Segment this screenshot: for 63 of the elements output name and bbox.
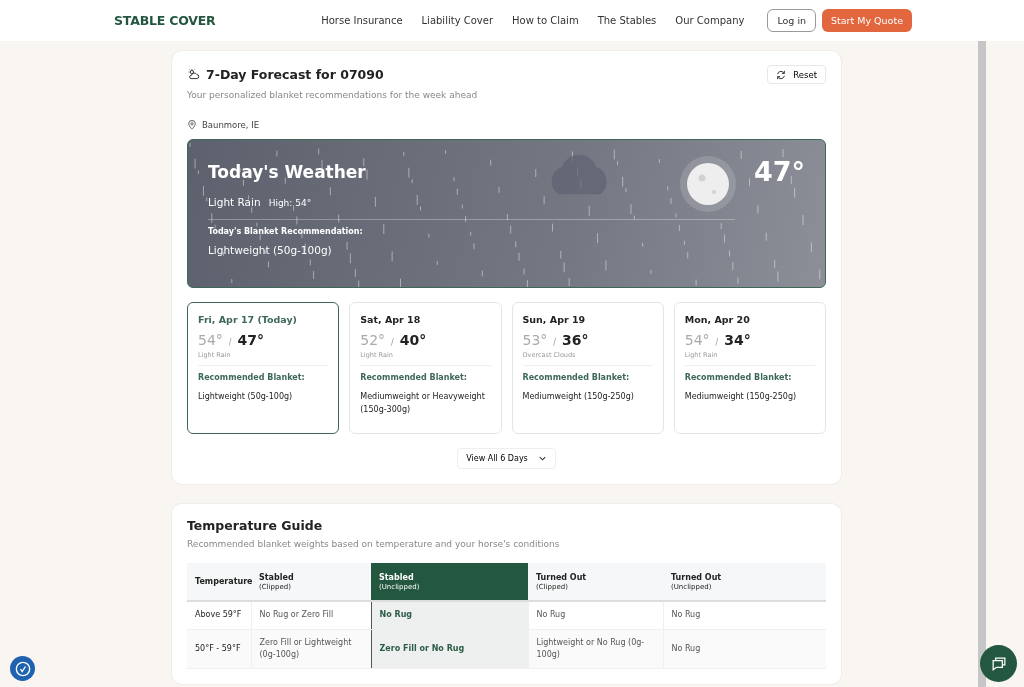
low-temperature: 40° <box>399 332 427 348</box>
low-temperature: 36° <box>562 332 589 348</box>
high-temperature: 52° <box>360 332 386 348</box>
location-pin-icon <box>187 120 197 130</box>
nav-link[interactable]: The Stables <box>597 15 657 26</box>
recommendation-text: Mediumweight (150g-250g) <box>522 391 635 403</box>
separator: / <box>715 338 719 347</box>
view-all-button[interactable]: View All 6 Days <box>457 448 556 469</box>
high-temperature: High: 54° <box>268 198 312 208</box>
weather-icon <box>187 68 200 81</box>
table-cell: No Rug <box>528 601 663 629</box>
recommendation-label: Recommended Blanket: <box>198 373 306 382</box>
login-button[interactable]: Log in <box>767 9 817 32</box>
high-temperature: 53° <box>522 332 548 348</box>
recommendation-text: Lightweight (50g-100g) <box>198 391 294 403</box>
location-text: Baunmore, IE <box>202 120 260 130</box>
recommendation-label: Recommended Blanket: <box>522 373 631 382</box>
current-temperature: 47° <box>753 155 806 187</box>
day-date: Sun, Apr 19 <box>522 314 587 325</box>
day-date: Mon, Apr 20 <box>684 314 751 325</box>
reset-button[interactable]: Reset <box>767 65 826 84</box>
guide-title: Temperature Guide <box>187 518 324 533</box>
high-temperature: 54° <box>684 332 710 348</box>
separator: / <box>553 338 557 347</box>
low-temperature: 47° <box>237 332 264 348</box>
chat-button[interactable] <box>980 645 1017 682</box>
recommendation-text: Mediumweight (150g-250g) <box>684 391 798 403</box>
day-date: Fri, Apr 17 (Today) <box>198 314 298 325</box>
chevron-down-icon <box>537 454 547 463</box>
recommendation-label: Recommended Blanket: <box>360 373 469 382</box>
column-header[interactable]: Temperature <box>187 563 251 601</box>
accessibility-button[interactable] <box>10 656 35 681</box>
table-cell: No Rug <box>371 601 528 629</box>
recommendation-text: Lightweight (50g-100g) <box>208 244 333 256</box>
logo[interactable]: STABLE COVER <box>114 13 216 28</box>
table-cell: Zero Fill or No Rug <box>371 629 528 668</box>
table-cell: Above 59°F <box>187 601 251 629</box>
moon-icon <box>678 154 738 214</box>
table-cell: No Rug <box>663 629 826 668</box>
forecast-subtitle: Your personalized blanket recommendations for the week ahead <box>187 90 479 100</box>
cloud-icon <box>551 154 607 195</box>
guide-subtitle: Recommended blanket weights based on temperature and your horse's conditions <box>187 539 561 549</box>
low-temperature: 34° <box>724 332 751 348</box>
table-cell: 50°F - 59°F <box>187 629 251 668</box>
condition-text: Light Rain <box>208 196 261 208</box>
day-date: Sat, Apr 18 <box>360 314 422 325</box>
scroll-bar[interactable] <box>978 41 986 687</box>
separator: / <box>228 338 232 347</box>
recommendation-label: Recommended Blanket: <box>684 373 793 382</box>
separator: / <box>391 338 394 347</box>
high-temperature: 54° <box>198 332 223 348</box>
table-cell: No Rug <box>663 601 826 629</box>
table-cell: Lightweight or No Rug (0g-100g) <box>528 629 663 668</box>
nav-link[interactable]: Liability Cover <box>421 15 493 26</box>
today-weather-title: Today's Weather <box>208 162 367 182</box>
refresh-icon <box>776 69 787 80</box>
table-cell: Zero Fill or Lightweight (0g-100g) <box>251 629 371 668</box>
nav-link[interactable]: Horse Insurance <box>321 15 403 26</box>
nav-link[interactable]: Our Company <box>675 15 745 26</box>
forecast-title: 7-Day Forecast for 07090 <box>206 67 384 82</box>
recommendation-text: Mediumweight or Heavyweight (150g-300g) <box>360 391 486 416</box>
nav-link[interactable]: How to Claim <box>512 15 579 26</box>
recommendation-label: Today's Blanket Recommendation: <box>208 227 364 236</box>
